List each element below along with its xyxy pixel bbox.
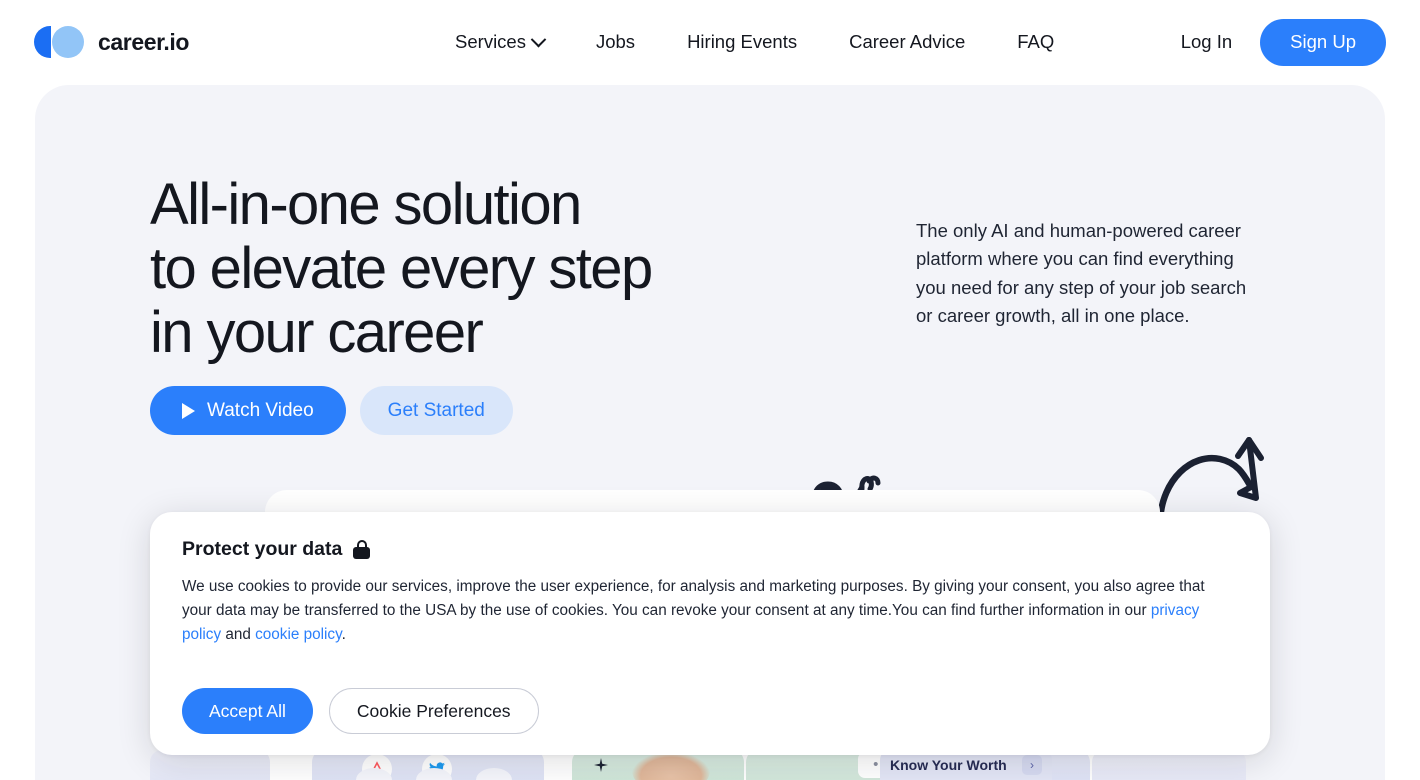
cookie-policy-link[interactable]: cookie policy — [255, 626, 341, 643]
sparkle-icon — [594, 758, 608, 772]
login-link[interactable]: Log In — [1181, 31, 1232, 53]
cookie-banner-title: Protect your data — [182, 538, 343, 560]
hero-cta-group: Watch Video Get Started — [150, 386, 513, 435]
cookie-consent-banner: Protect your data We use cookies to prov… — [150, 512, 1270, 755]
nav-label: Hiring Events — [687, 31, 798, 52]
accept-all-button[interactable]: Accept All — [182, 688, 313, 734]
know-your-worth-label: Know Your Worth — [890, 757, 1007, 773]
career-io-logo-icon — [34, 26, 86, 58]
chevron-down-icon — [530, 31, 547, 47]
cookie-text-part1: We use cookies to provide our services, … — [182, 578, 1205, 619]
person-photo — [632, 752, 710, 780]
cookie-text-mid: and — [221, 626, 256, 643]
page-title: All-in-one solution to elevate every ste… — [150, 172, 653, 365]
nav-item-career-advice[interactable]: Career Advice — [849, 25, 965, 59]
nav-item-services[interactable]: Services — [455, 25, 547, 59]
watch-video-button[interactable]: Watch Video — [150, 386, 346, 435]
nav-item-hiring-events[interactable]: Hiring Events — [687, 25, 797, 59]
signup-button[interactable]: Sign Up — [1260, 18, 1386, 66]
nav-label: Services — [455, 31, 526, 52]
nav-item-jobs[interactable]: Jobs — [596, 25, 635, 59]
cookie-preferences-button[interactable]: Cookie Preferences — [328, 688, 539, 734]
nav-label: Career Advice — [849, 31, 966, 52]
brand-logo[interactable]: career.io — [34, 26, 189, 58]
brand-name: career.io — [98, 28, 190, 55]
hero-subtext: The only AI and human-powered career pla… — [916, 220, 1247, 326]
site-header: career.io Services Jobs Hiring Events Ca… — [0, 0, 1420, 84]
cookie-title-row: Protect your data — [182, 538, 1238, 561]
cookie-text-end: . — [341, 626, 346, 643]
get-started-button[interactable]: Get Started — [359, 386, 513, 435]
cookie-banner-text: We use cookies to provide our services, … — [182, 575, 1217, 647]
header-actions: Log In Sign Up — [1181, 18, 1386, 66]
lock-icon — [353, 540, 371, 559]
cookie-banner-actions: Accept All Cookie Preferences — [182, 688, 539, 734]
landing-page: career.io Services Jobs Hiring Events Ca… — [0, 0, 1420, 780]
nav-item-faq[interactable]: FAQ — [1017, 25, 1054, 59]
chevron-right-icon[interactable]: › — [1022, 755, 1042, 775]
nav-label: Jobs — [595, 31, 636, 52]
watch-video-label: Watch Video — [207, 399, 314, 421]
play-icon — [182, 402, 195, 419]
main-nav: Services Jobs Hiring Events Career Advic… — [455, 25, 1054, 59]
nav-label: FAQ — [1017, 31, 1055, 52]
